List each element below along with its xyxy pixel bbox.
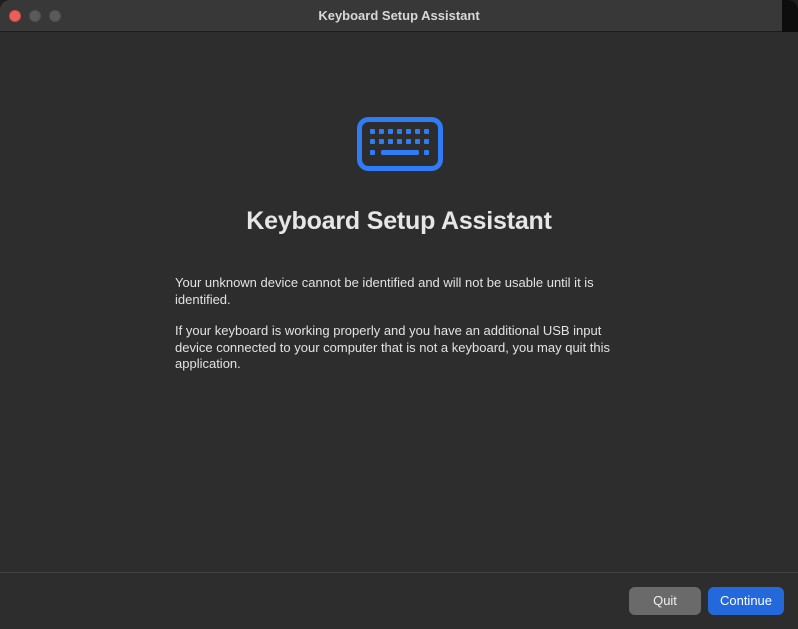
keyboard-setup-window: Keyboard Setup Assistant Keyboard Setup … — [0, 0, 798, 629]
page-heading: Keyboard Setup Assistant — [246, 207, 552, 235]
main-content: Keyboard Setup Assistant Your unknown de… — [0, 32, 798, 572]
keyboard-icon — [357, 117, 443, 171]
description-paragraph: Your unknown device cannot be identified… — [175, 275, 594, 307]
button-bar: Quit Continue — [0, 572, 798, 629]
title-bar[interactable]: Keyboard Setup Assistant — [0, 0, 798, 32]
quit-hint-paragraph: If your keyboard is working properly and… — [175, 323, 611, 371]
window-title: Keyboard Setup Assistant — [318, 8, 480, 23]
background-edge — [782, 0, 798, 32]
quit-button[interactable]: Quit — [629, 587, 701, 615]
continue-button[interactable]: Continue — [708, 587, 784, 615]
